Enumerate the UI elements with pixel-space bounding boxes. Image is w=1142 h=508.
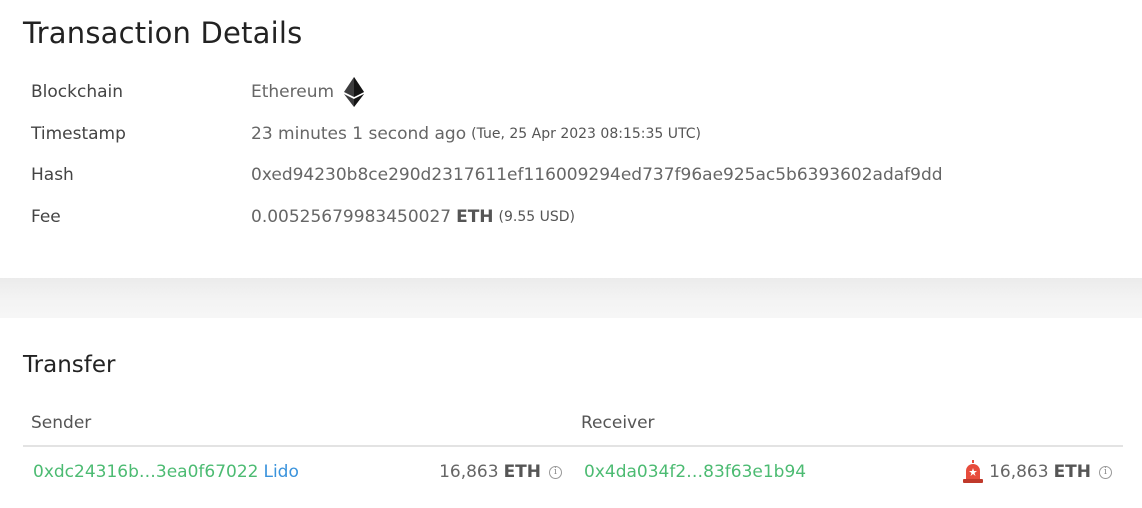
alarm-siren-icon <box>961 460 985 484</box>
hash-row: Hash 0xed94230b8ce290d2317611ef116009294… <box>31 160 943 190</box>
blockchain-row: Blockchain Ethereum <box>31 77 365 107</box>
sender-amount: 16,863 <box>439 462 499 482</box>
receiver-amount: 16,863 <box>989 462 1049 482</box>
ethereum-icon <box>344 77 365 107</box>
info-icon[interactable]: i <box>549 465 562 479</box>
fee-value-group: 0.00525679983450027 ETH (9.55 USD) <box>251 207 575 227</box>
fee-row: Fee 0.00525679983450027 ETH (9.55 USD) <box>31 202 575 232</box>
blockchain-label: Blockchain <box>31 82 124 102</box>
sender-amount-cell: 16,863 ETH i <box>420 458 562 486</box>
receiver-address-link[interactable]: 0x4da034f2…83f63e1b94 <box>584 462 806 482</box>
transaction-details-card: Transaction Details Blockchain Ethereum … <box>0 0 1142 278</box>
hash-label: Hash <box>31 165 74 185</box>
blockchain-value-group: Ethereum <box>251 77 365 107</box>
transfer-title: Transfer <box>23 352 116 378</box>
page-title: Transaction Details <box>23 16 303 50</box>
header-divider <box>23 445 1123 447</box>
timestamp-value: 23 minutes 1 second ago <box>251 124 467 144</box>
receiver-header: Receiver <box>581 413 655 433</box>
timestamp-utc: (Tue, 25 Apr 2023 08:15:35 UTC) <box>471 126 701 142</box>
sender-unit: ETH <box>503 462 541 482</box>
timestamp-label: Timestamp <box>31 124 126 144</box>
fee-unit: ETH <box>456 207 494 227</box>
receiver-amount-cell: 16,863 ETH i <box>940 458 1112 486</box>
timestamp-row: Timestamp 23 minutes 1 second ago (Tue, … <box>31 119 701 149</box>
fee-usd: (9.55 USD) <box>498 209 575 225</box>
timestamp-value-group: 23 minutes 1 second ago (Tue, 25 Apr 202… <box>251 124 701 144</box>
receiver-cell: 0x4da034f2…83f63e1b94 <box>584 458 806 486</box>
fee-label: Fee <box>31 207 61 227</box>
blockchain-value: Ethereum <box>251 82 335 102</box>
fee-value: 0.00525679983450027 <box>251 207 452 227</box>
transfer-card: Transfer Sender Receiver 0xdc24316b…3ea0… <box>0 318 1142 508</box>
sender-tag-link[interactable]: Lido <box>263 462 298 482</box>
section-divider <box>0 278 1142 318</box>
sender-header: Sender <box>31 413 92 433</box>
sender-address-link[interactable]: 0xdc24316b…3ea0f67022 <box>33 462 258 482</box>
sender-cell: 0xdc24316b…3ea0f67022 Lido <box>33 458 299 486</box>
info-icon[interactable]: i <box>1099 465 1112 479</box>
hash-link[interactable]: 0xed94230b8ce290d2317611ef116009294ed737… <box>251 165 943 185</box>
receiver-unit: ETH <box>1053 462 1091 482</box>
